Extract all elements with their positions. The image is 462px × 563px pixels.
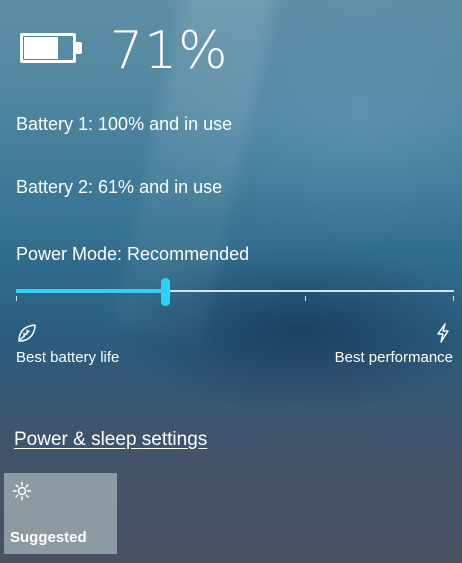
suggested-tile[interactable]: Suggested [4,473,117,554]
battery-flyout: 71% Battery 1: 100% and in use Battery 2… [0,0,462,563]
battery-1-status: Battery 1: 100% and in use [16,114,233,134]
slider-tick [305,296,306,301]
best-performance-label: Best performance [334,349,453,366]
brightness-icon [12,481,32,501]
battery-header: 71% [20,20,229,82]
power-mode-title: Power Mode: Recommended [16,244,250,264]
slider-fill [16,289,165,293]
best-battery-life-label: Best battery life [16,349,120,366]
battery-icon [20,33,84,69]
slider-tick [453,296,454,301]
lightning-icon [437,323,449,343]
leaf-icon [18,324,36,342]
slider-tick [16,296,17,301]
slider-thumb[interactable] [161,278,170,306]
power-mode-slider[interactable] [16,278,454,308]
power-sleep-settings-link[interactable]: Power & sleep settings [14,427,207,453]
battery-percentage: 71% [110,21,229,81]
suggested-tile-label: Suggested [10,529,87,546]
battery-2-status: Battery 2: 61% and in use [16,177,223,197]
